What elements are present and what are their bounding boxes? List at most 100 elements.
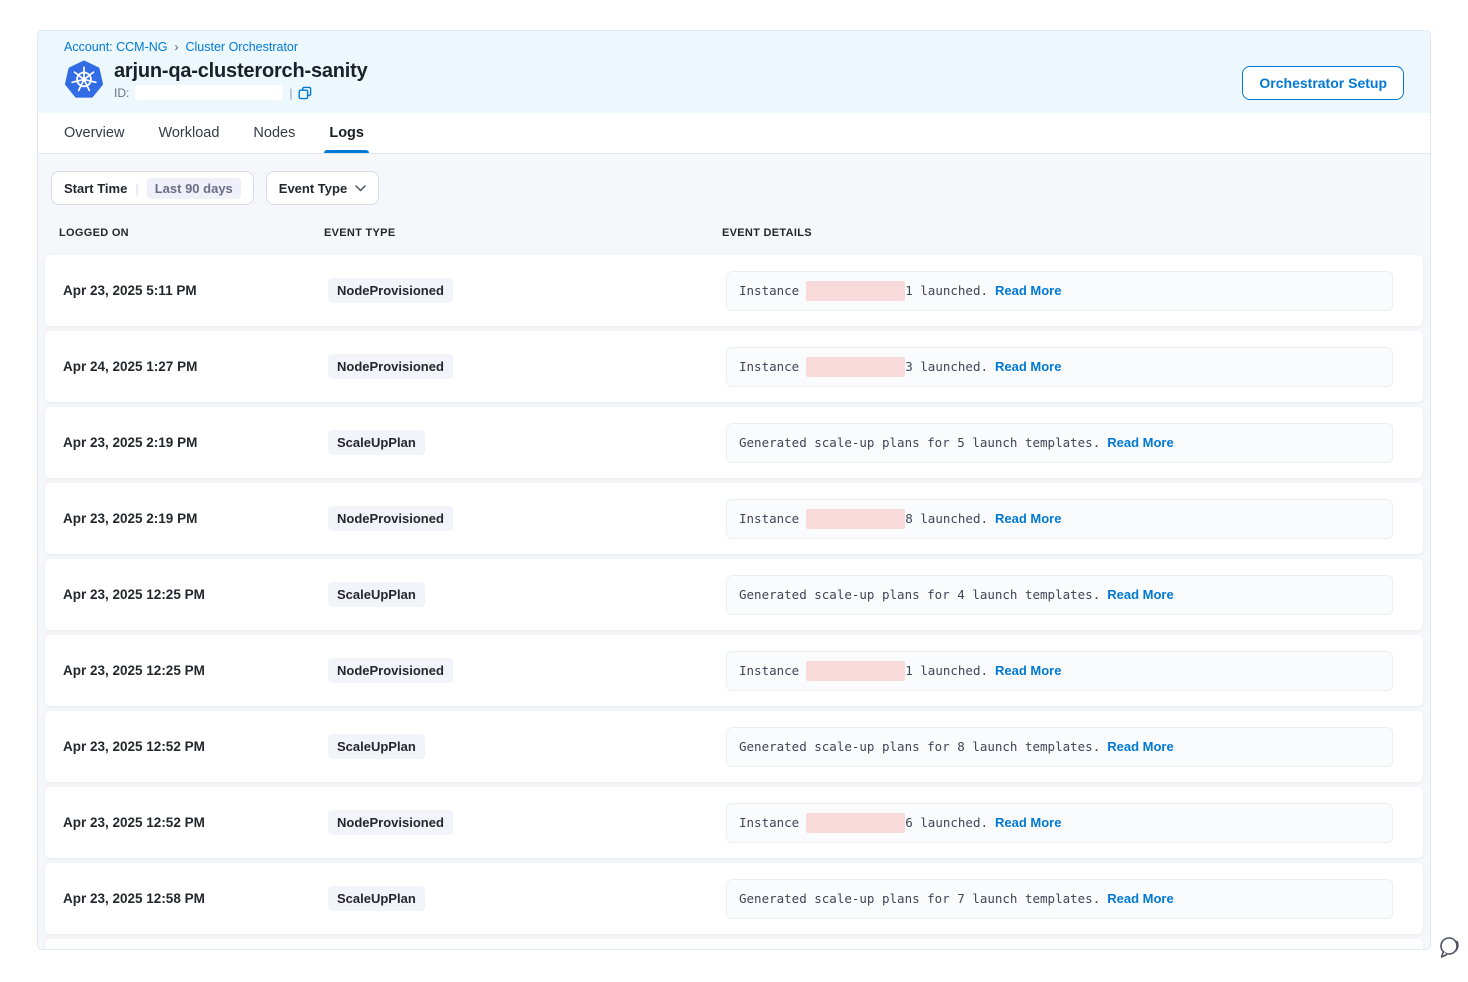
event-type-badge: NodeProvisioned <box>328 354 453 379</box>
event-detail-text: Instance <box>739 283 799 298</box>
id-label: ID: <box>114 86 129 100</box>
logged-on-cell: Apr 23, 2025 12:52 PM <box>63 815 328 830</box>
read-more-link[interactable]: Read More <box>1107 435 1173 450</box>
read-more-link[interactable]: Read More <box>1107 739 1173 754</box>
tab-bar: Overview Workload Nodes Logs <box>38 113 1430 154</box>
read-more-link[interactable]: Read More <box>995 283 1061 298</box>
event-type-badge: ScaleUpPlan <box>328 430 425 455</box>
event-type-badge: NodeProvisioned <box>328 506 453 531</box>
event-detail-text: Generated scale-up plans for 8 launch te… <box>739 739 1100 754</box>
table-row: Apr 24, 2025 1:27 PM NodeProvisioned Ins… <box>45 331 1423 402</box>
tab-logs[interactable]: Logs <box>329 113 364 153</box>
kubernetes-icon <box>64 60 104 100</box>
table-row-partial <box>45 939 1423 949</box>
filter-separator: | <box>135 181 138 196</box>
start-time-filter[interactable]: Start Time | Last 90 days <box>51 171 254 205</box>
column-event-details: EVENT DETAILS <box>722 227 1393 239</box>
logged-on-cell: Apr 23, 2025 12:58 PM <box>63 891 328 906</box>
logs-content: Start Time | Last 90 days Event Type LOG… <box>38 154 1430 949</box>
event-detail-text-after: 6 launched. <box>905 815 988 830</box>
redacted-instance-block <box>806 281 905 301</box>
event-type-badge: ScaleUpPlan <box>328 734 425 759</box>
logged-on-cell: Apr 23, 2025 12:25 PM <box>63 663 328 678</box>
filters: Start Time | Last 90 days Event Type <box>51 171 1423 205</box>
event-type-cell: NodeProvisioned <box>328 278 726 303</box>
orchestrator-setup-button[interactable]: Orchestrator Setup <box>1242 66 1404 100</box>
table-row: Apr 23, 2025 2:19 PM NodeProvisioned Ins… <box>45 483 1423 554</box>
event-details-box: Instance 8 launched. Read More <box>726 499 1393 539</box>
event-detail-text-after: 3 launched. <box>905 359 988 374</box>
read-more-link[interactable]: Read More <box>995 511 1061 526</box>
page-title: arjun-qa-clusterorch-sanity <box>114 59 368 83</box>
tab-workload[interactable]: Workload <box>158 113 219 153</box>
logged-on-cell: Apr 23, 2025 5:11 PM <box>63 283 328 298</box>
table-row: Apr 23, 2025 12:58 PM ScaleUpPlan Genera… <box>45 863 1423 934</box>
event-type-cell: ScaleUpPlan <box>328 886 726 911</box>
table-row: Apr 23, 2025 12:52 PM ScaleUpPlan Genera… <box>45 711 1423 782</box>
event-type-cell: ScaleUpPlan <box>328 430 726 455</box>
event-details-box: Generated scale-up plans for 8 launch te… <box>726 727 1393 767</box>
event-type-cell: NodeProvisioned <box>328 354 726 379</box>
column-event-type: EVENT TYPE <box>324 227 722 239</box>
event-type-filter[interactable]: Event Type <box>266 171 379 205</box>
breadcrumb-separator: › <box>175 40 179 54</box>
event-type-cell: ScaleUpPlan <box>328 582 726 607</box>
event-detail-text-after: 8 launched. <box>905 511 988 526</box>
event-type-cell: NodeProvisioned <box>328 658 726 683</box>
breadcrumb-account-link[interactable]: Account: CCM-NG <box>64 40 168 54</box>
event-type-badge: ScaleUpPlan <box>328 582 425 607</box>
event-type-badge: NodeProvisioned <box>328 278 453 303</box>
event-detail-text-after: 1 launched. <box>905 283 988 298</box>
event-type-cell: NodeProvisioned <box>328 810 726 835</box>
logged-on-cell: Apr 23, 2025 12:52 PM <box>63 739 328 754</box>
event-detail-text: Instance <box>739 511 799 526</box>
copy-icon[interactable] <box>298 86 312 100</box>
id-separator: | <box>289 86 292 100</box>
event-type-badge: NodeProvisioned <box>328 658 453 683</box>
start-time-value: Last 90 days <box>147 178 241 199</box>
event-detail-text-after: 1 launched. <box>905 663 988 678</box>
redacted-instance-block <box>806 357 905 377</box>
event-type-label: Event Type <box>279 181 347 196</box>
table-row: Apr 23, 2025 2:19 PM ScaleUpPlan Generat… <box>45 407 1423 478</box>
breadcrumb-section-link[interactable]: Cluster Orchestrator <box>186 40 299 54</box>
logged-on-cell: Apr 24, 2025 1:27 PM <box>63 359 328 374</box>
id-redacted-value <box>135 85 283 100</box>
table-row: Apr 23, 2025 12:25 PM NodeProvisioned In… <box>45 635 1423 706</box>
read-more-link[interactable]: Read More <box>995 359 1061 374</box>
table-row: Apr 23, 2025 5:11 PM NodeProvisioned Ins… <box>45 255 1423 326</box>
read-more-link[interactable]: Read More <box>995 663 1061 678</box>
logged-on-cell: Apr 23, 2025 2:19 PM <box>63 435 328 450</box>
table-header: LOGGED ON EVENT TYPE EVENT DETAILS <box>45 221 1423 255</box>
logged-on-cell: Apr 23, 2025 2:19 PM <box>63 511 328 526</box>
event-detail-text: Generated scale-up plans for 4 launch te… <box>739 587 1100 602</box>
read-more-link[interactable]: Read More <box>1107 891 1173 906</box>
event-detail-text: Generated scale-up plans for 7 launch te… <box>739 891 1100 906</box>
tab-nodes[interactable]: Nodes <box>253 113 295 153</box>
redacted-instance-block <box>806 661 905 681</box>
event-details-box: Generated scale-up plans for 4 launch te… <box>726 575 1393 615</box>
table-row: Apr 23, 2025 12:52 PM NodeProvisioned In… <box>45 787 1423 858</box>
event-details-box: Instance 1 launched. Read More <box>726 651 1393 691</box>
event-type-badge: ScaleUpPlan <box>328 886 425 911</box>
logged-on-cell: Apr 23, 2025 12:25 PM <box>63 587 328 602</box>
event-details-box: Instance 6 launched. Read More <box>726 803 1393 843</box>
event-detail-text: Instance <box>739 359 799 374</box>
event-detail-text: Instance <box>739 663 799 678</box>
page-header: Account: CCM-NG › Cluster Orchestrator <box>38 31 1430 113</box>
read-more-link[interactable]: Read More <box>1107 587 1173 602</box>
cluster-orchestrator-panel: Account: CCM-NG › Cluster Orchestrator <box>37 30 1431 950</box>
chevron-down-icon <box>355 185 366 192</box>
column-logged-on: LOGGED ON <box>59 227 324 239</box>
event-details-box: Instance 3 launched. Read More <box>726 347 1393 387</box>
event-type-badge: NodeProvisioned <box>328 810 453 835</box>
tab-overview[interactable]: Overview <box>64 113 124 153</box>
support-chat-icon[interactable] <box>1435 933 1462 963</box>
redacted-instance-block <box>806 509 905 529</box>
redacted-instance-block <box>806 813 905 833</box>
event-details-box: Generated scale-up plans for 7 launch te… <box>726 879 1393 919</box>
read-more-link[interactable]: Read More <box>995 815 1061 830</box>
event-detail-text: Generated scale-up plans for 5 launch te… <box>739 435 1100 450</box>
event-type-cell: ScaleUpPlan <box>328 734 726 759</box>
breadcrumb: Account: CCM-NG › Cluster Orchestrator <box>64 40 1404 54</box>
